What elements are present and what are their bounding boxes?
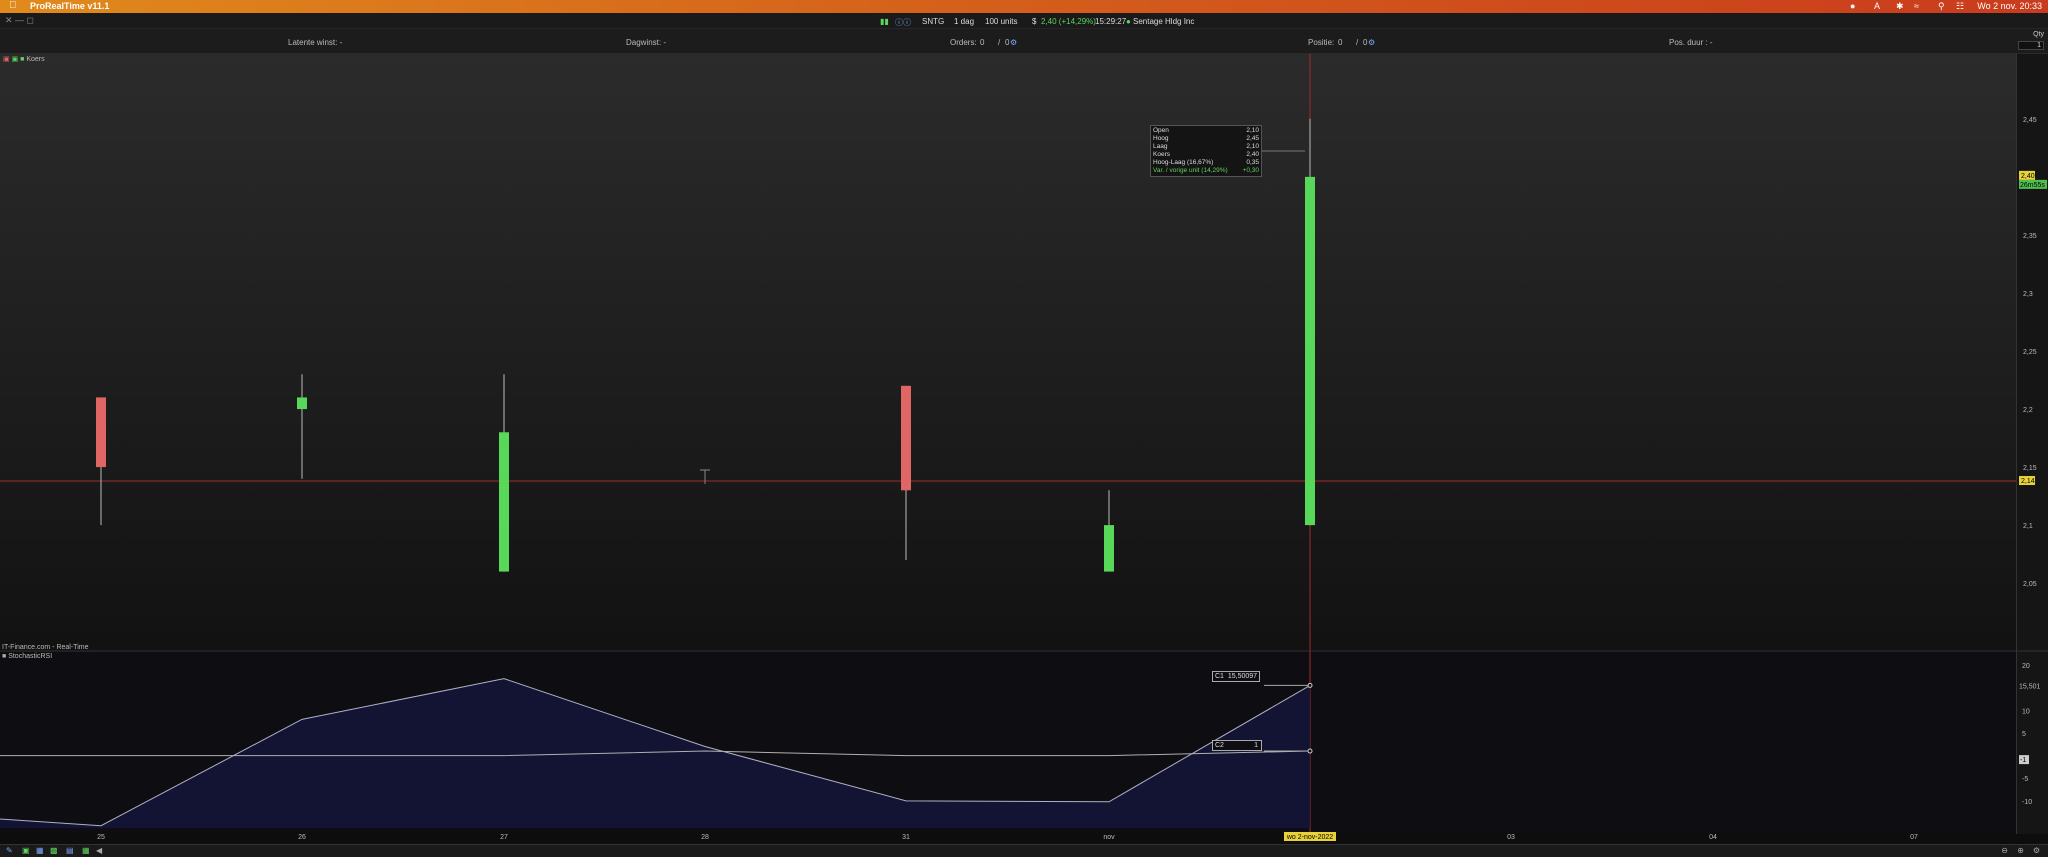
lower-crosshair-label: -1 bbox=[2020, 757, 2026, 764]
zoom-out-icon[interactable]: ⊖ bbox=[2001, 846, 2008, 855]
tooltip-row: Hoog-Laag (16,67%) 0,35 bbox=[1153, 159, 1259, 166]
indicator-tick-label: 10 bbox=[2022, 708, 2030, 715]
x-tick-label: 28 bbox=[701, 834, 709, 841]
candle-body bbox=[297, 397, 307, 410]
x-tick-label: 31 bbox=[902, 834, 910, 841]
candle-body bbox=[96, 397, 106, 468]
x-tick-label: 27 bbox=[500, 834, 508, 841]
price-tick-label: 2,1 bbox=[2023, 523, 2033, 530]
window-icon[interactable]: ▤ bbox=[66, 846, 74, 855]
visibility-icon[interactable]: ▣ bbox=[12, 56, 19, 63]
x-tick-label: 26 bbox=[298, 834, 306, 841]
current-price-label: 2,40 bbox=[2021, 173, 2035, 180]
price-tick-label: 2,15 bbox=[2023, 465, 2037, 472]
indicator-tick-label: -5 bbox=[2022, 776, 2028, 783]
x-tick-label: 03 bbox=[1507, 834, 1515, 841]
koers-swatch-icon: ■ bbox=[20, 56, 25, 63]
candle-body bbox=[1305, 176, 1315, 526]
crosshair-price-label: 2,14 bbox=[2021, 478, 2035, 485]
c2-point bbox=[1307, 748, 1313, 754]
x-tick-label: 07 bbox=[1910, 834, 1918, 841]
bottom-toolbar: ✎ ▣ ▦ ▩ ▤ ▦ ◀ ⊖ ⊕ ⚙ bbox=[0, 844, 2048, 857]
price-tick-label: 2,35 bbox=[2023, 233, 2037, 240]
zoom-in-icon[interactable]: ⊕ bbox=[2017, 846, 2024, 855]
x-tick-label: nov bbox=[1103, 834, 1115, 841]
date-highlight-label: wo 2-nov-2022 bbox=[1286, 834, 1333, 841]
price-tick-label: 2,05 bbox=[2023, 581, 2037, 588]
c1-axis-label: 15,501 bbox=[2019, 683, 2041, 690]
countdown-label: 26m55s bbox=[2020, 182, 2045, 189]
arrow-left-icon[interactable]: ◀ bbox=[96, 846, 102, 855]
candle-body bbox=[499, 432, 509, 572]
c2-label: C2 1 bbox=[1212, 740, 1262, 751]
grid-icon[interactable]: ▦ bbox=[82, 846, 90, 855]
c1-point bbox=[1307, 682, 1313, 688]
indicator-swatch-icon: ■ bbox=[2, 653, 7, 660]
draw-tool-icon[interactable]: ✎ bbox=[6, 846, 13, 855]
indicator-icon[interactable]: ▩ bbox=[50, 846, 58, 855]
x-tick-label: 04 bbox=[1709, 834, 1717, 841]
legend-label: Koers bbox=[26, 56, 45, 63]
candle-body bbox=[1104, 525, 1114, 572]
indicator-tick-label: 5 bbox=[2022, 731, 2026, 738]
indicator-tick-label: -10 bbox=[2022, 799, 2032, 806]
tooltip-row: Laag 2,10 bbox=[1153, 143, 1259, 150]
indicator-tick-label: 20 bbox=[2022, 663, 2030, 670]
c1-label: C1 15,50097 bbox=[1212, 671, 1261, 682]
tooltip-row: Open 2,10 bbox=[1153, 127, 1259, 134]
tooltip-row: Koers 2,40 bbox=[1153, 151, 1259, 158]
price-tick-label: 2,25 bbox=[2023, 349, 2037, 356]
c1-area bbox=[0, 678, 1310, 828]
chart-svg: 2,452,42,352,32,252,22,152,12,052,4026m5… bbox=[0, 54, 2048, 841]
data-source-label: IT-Finance.com - Real-Time bbox=[2, 644, 89, 651]
tool-icon[interactable]: ▣ bbox=[22, 846, 30, 855]
ohlc-tooltip: Open 2,10 Hoog 2,45 Laag 2,10 Koers 2,40 Hoo… bbox=[1150, 125, 1262, 177]
settings-icon[interactable]: ⚙ bbox=[2033, 846, 2040, 855]
tooltip-row: Var. / vorige unit (14,29%) +0,30 bbox=[1153, 167, 1259, 174]
price-tick-label: 2,2 bbox=[2023, 407, 2033, 414]
candle-body bbox=[901, 385, 911, 491]
price-tick-label: 2,45 bbox=[2023, 117, 2037, 124]
close-chart-icon[interactable]: ▣ bbox=[3, 56, 10, 63]
indicator-legend[interactable]: ■ StochasticRSI bbox=[2, 653, 52, 660]
x-tick-label: 25 bbox=[97, 834, 105, 841]
indicator-name: StochasticRSI bbox=[8, 653, 53, 660]
tooltip-row: Hoog 2,45 bbox=[1153, 135, 1259, 142]
price-tick-label: 2,3 bbox=[2023, 291, 2033, 298]
layout-icon[interactable]: ▦ bbox=[36, 846, 44, 855]
chart-legend[interactable]: ▣ ▣ ■ Koers bbox=[3, 55, 45, 63]
